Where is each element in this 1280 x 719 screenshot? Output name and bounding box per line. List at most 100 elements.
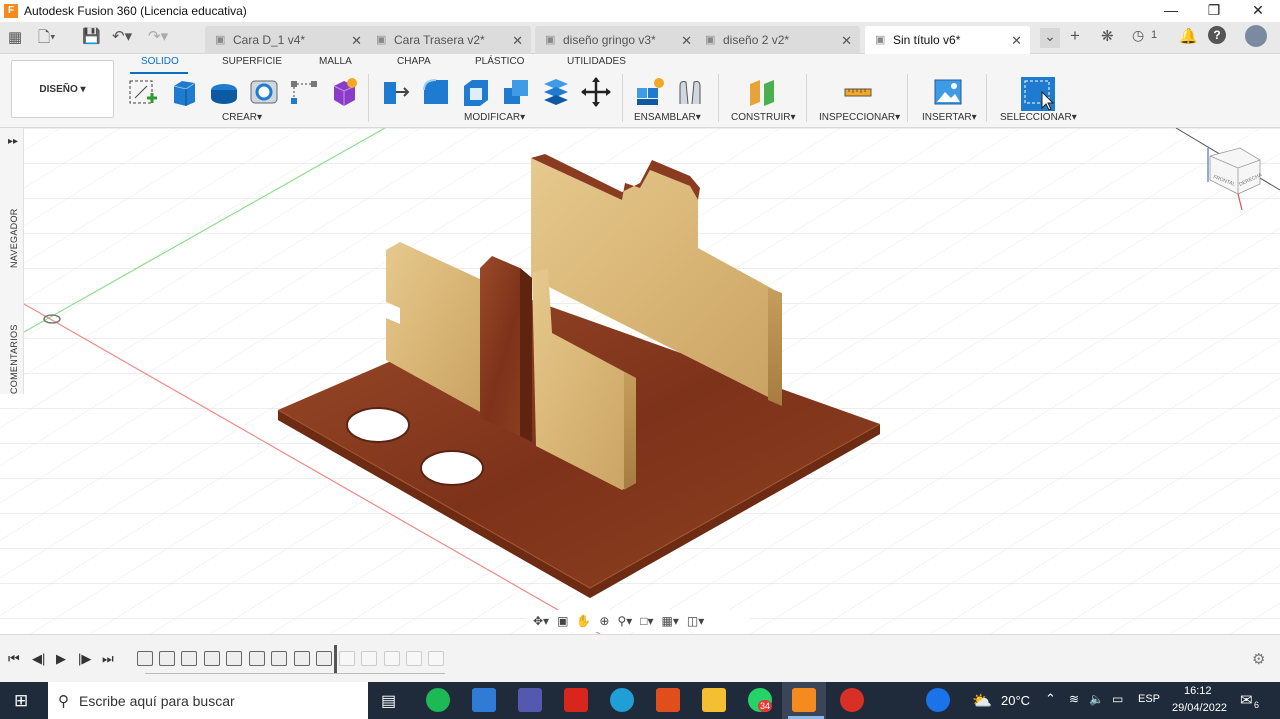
timeline-feature-extrude[interactable]	[271, 651, 287, 666]
task-view-icon[interactable]: ▤	[381, 691, 396, 711]
teams-icon[interactable]	[518, 688, 542, 712]
select-icon[interactable]	[1020, 76, 1056, 112]
taskbar-search[interactable]: ⚲ Escribe aquí para buscar	[48, 682, 368, 719]
language-indicator[interactable]: ESP	[1138, 693, 1160, 705]
close-tab-icon[interactable]: ✕	[351, 33, 362, 49]
workspace-switcher[interactable]: DISEÑO ▾	[11, 60, 114, 118]
photos-icon[interactable]	[472, 688, 496, 712]
revolve-icon[interactable]	[208, 76, 240, 108]
model-canvas[interactable]: FRONTAL DERECHA	[0, 128, 1280, 634]
undo-icon[interactable]: ↶▾	[112, 27, 132, 45]
job-status-icon[interactable]: ◷	[1132, 27, 1144, 44]
go-to-end-icon[interactable]: ⏭	[102, 651, 114, 667]
go-to-start-icon[interactable]: ⏮	[8, 651, 20, 667]
save-icon[interactable]: 💾	[82, 27, 101, 45]
group-insertar[interactable]: INSERTAR▾	[922, 112, 977, 123]
timeline-feature-suppressed[interactable]	[384, 651, 400, 666]
group-modificar[interactable]: MODIFICAR▾	[464, 112, 525, 123]
viewports-icon[interactable]: ◫▾	[687, 614, 704, 628]
tab-superficie[interactable]: SUPERFICIE	[222, 56, 282, 67]
hole-icon[interactable]	[248, 76, 280, 108]
timeline-feature-extrude[interactable]	[226, 651, 242, 666]
apps-grid-icon[interactable]: ▦	[8, 28, 22, 46]
windows-start-icon[interactable]: ⊞	[14, 691, 28, 711]
weather-icon[interactable]: ⛅	[972, 691, 992, 711]
timeline-feature-sketch[interactable]	[249, 651, 265, 666]
help-tray-icon[interactable]	[926, 688, 950, 712]
fillet-icon[interactable]	[420, 76, 452, 108]
comments-panel-label[interactable]: COMENTARIOS	[9, 324, 19, 394]
temperature[interactable]: 20°C	[1001, 693, 1030, 708]
tab-diseno-gringo[interactable]: ▣ diseño gringo v3* ✕	[535, 26, 700, 54]
notification-center-icon[interactable]: ✉	[1240, 691, 1253, 709]
help-icon[interactable]: ?	[1208, 26, 1226, 44]
tab-plastico[interactable]: PLÁSTICO	[475, 56, 524, 67]
navigator-panel-label[interactable]: NAVEGADOR	[9, 208, 19, 268]
restore-button[interactable]: ❐	[1192, 0, 1236, 22]
step-forward-icon[interactable]: |▶	[78, 651, 91, 667]
clock-time[interactable]: 16:12	[1184, 685, 1212, 697]
timeline-feature-extrude[interactable]	[181, 651, 197, 666]
close-tab-icon[interactable]: ✕	[681, 33, 692, 49]
tab-malla[interactable]: MALLA	[319, 56, 352, 67]
acrobat-icon[interactable]	[564, 688, 588, 712]
tab-diseno-2[interactable]: ▣ diseño 2 v2* ✕	[695, 26, 860, 54]
middle-dark-panel-body[interactable]	[480, 256, 532, 442]
timeline-marker[interactable]	[334, 645, 337, 673]
timeline-settings-gear-icon[interactable]: ⚙	[1252, 650, 1265, 668]
combine-icon[interactable]	[500, 76, 532, 108]
insert-canvas-icon[interactable]	[932, 76, 964, 108]
align-icon[interactable]	[540, 76, 572, 108]
tab-cara-d1[interactable]: ▣ Cara D_1 v4* ✕	[205, 26, 370, 54]
zoom-icon[interactable]: ⊕	[599, 614, 609, 628]
move-icon[interactable]	[580, 76, 612, 108]
joint-icon[interactable]	[674, 76, 706, 108]
group-crear[interactable]: CREAR▾	[222, 112, 262, 123]
group-seleccionar[interactable]: SELECCIONAR▾	[1000, 112, 1077, 123]
step-back-icon[interactable]: ◀​|	[32, 651, 45, 667]
close-tab-icon[interactable]: ✕	[841, 33, 852, 49]
extensions-icon[interactable]: ❋	[1101, 27, 1114, 45]
group-construir[interactable]: CONSTRUIR▾	[731, 112, 795, 123]
close-tab-icon[interactable]: ✕	[512, 33, 523, 49]
expand-panel-icon[interactable]: ▸▸	[8, 136, 18, 147]
look-at-icon[interactable]: ▣	[557, 614, 568, 628]
group-ensamblar[interactable]: ENSAMBLAR▾	[634, 112, 701, 123]
tab-cara-trasera[interactable]: ▣ Cara Trasera v2* ✕	[366, 26, 531, 54]
new-tab-icon[interactable]: +	[1070, 26, 1080, 46]
edge-icon[interactable]	[610, 688, 634, 712]
rectangular-pattern-icon[interactable]	[288, 76, 320, 108]
display-settings-icon[interactable]: □▾	[640, 614, 653, 628]
press-pull-icon[interactable]	[380, 76, 412, 108]
fit-icon[interactable]: ⚲▾	[617, 614, 632, 628]
fusion360-icon[interactable]	[792, 688, 816, 712]
shell-icon[interactable]	[460, 76, 492, 108]
battery-icon[interactable]: ▭	[1112, 692, 1123, 706]
tab-sin-titulo[interactable]: ▣ Sin título v6* ✕	[865, 26, 1030, 54]
file-menu-icon[interactable]: 🗋▾	[38, 27, 56, 52]
timeline-feature-suppressed[interactable]	[339, 651, 355, 666]
spotify-icon[interactable]	[426, 688, 450, 712]
office-icon[interactable]	[656, 688, 680, 712]
timeline-feature-sketch[interactable]	[159, 651, 175, 666]
wifi-icon[interactable]: ≋	[1069, 692, 1079, 706]
close-window-button[interactable]: ✕	[1236, 0, 1280, 22]
minimize-button[interactable]: —	[1149, 0, 1193, 22]
timeline-feature-extrude[interactable]	[316, 651, 332, 666]
timeline-feature-sketch[interactable]	[137, 651, 153, 666]
close-tab-icon[interactable]: ✕	[1011, 33, 1022, 49]
tab-list-chevron-icon[interactable]: ⌄	[1040, 28, 1060, 48]
group-inspeccionar[interactable]: INSPECCIONAR▾	[819, 112, 900, 123]
volume-icon[interactable]: 🔈	[1089, 692, 1104, 706]
create-sketch-icon[interactable]	[127, 76, 159, 108]
timeline-feature-suppressed[interactable]	[361, 651, 377, 666]
play-icon[interactable]: ▶	[56, 651, 66, 667]
redo-icon[interactable]: ↷▾	[148, 27, 168, 45]
file-explorer-icon[interactable]	[702, 688, 726, 712]
offset-plane-icon[interactable]	[746, 76, 778, 108]
timeline-feature-sketch[interactable]	[294, 651, 310, 666]
create-form-icon[interactable]	[328, 76, 360, 108]
canvas-viewport[interactable]: FRONTAL DERECHA ▸▸ NAVEGADOR COMENTARIOS…	[0, 128, 1280, 634]
measure-icon[interactable]	[842, 76, 874, 108]
tab-chapa[interactable]: CHAPA	[397, 56, 431, 67]
